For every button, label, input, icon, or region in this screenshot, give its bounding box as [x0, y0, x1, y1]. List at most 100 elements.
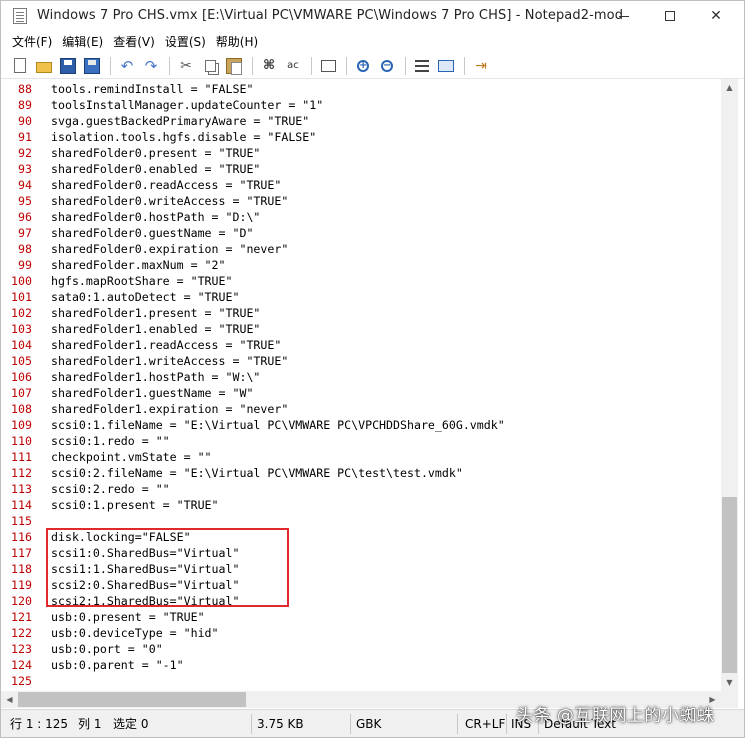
toolbar: ↶ ↷ ✂ ⌘ ac + − ⇥ — [1, 53, 744, 79]
code-line[interactable]: sharedFolder.maxNum = "2" — [51, 257, 505, 273]
undo-icon: ↶ — [120, 56, 134, 75]
title-bar[interactable]: Windows 7 Pro CHS.vmx [E:\Virtual PC\VMW… — [1, 1, 744, 31]
minimize-icon — [619, 15, 629, 17]
status-column: 列 1 — [78, 717, 102, 731]
status-separator — [251, 714, 252, 734]
code-line[interactable]: hgfs.mapRootShare = "TRUE" — [51, 273, 505, 289]
status-line-ending[interactable]: CR+LF — [465, 715, 505, 733]
close-icon: ✕ — [710, 8, 722, 24]
copy-button[interactable] — [199, 55, 221, 77]
code-line[interactable]: usb:0.deviceType = "hid" — [51, 625, 505, 641]
code-line[interactable]: sharedFolder0.writeAccess = "TRUE" — [51, 193, 505, 209]
code-line[interactable]: sharedFolder1.writeAccess = "TRUE" — [51, 353, 505, 369]
code-line[interactable]: scsi0:1.present = "TRUE" — [51, 497, 505, 513]
line-number: 90 — [18, 114, 32, 128]
code-line[interactable]: scsi0:1.fileName = "E:\Virtual PC\VMWARE… — [51, 417, 505, 433]
menu-file[interactable]: 文件(F) — [7, 32, 57, 52]
paste-button[interactable] — [223, 55, 245, 77]
find-button[interactable]: ⌘ — [258, 55, 280, 77]
status-separator — [350, 714, 351, 734]
menu-view[interactable]: 查看(V) — [108, 32, 160, 52]
line-number: 104 — [11, 338, 32, 352]
cut-icon: ✂ — [180, 57, 192, 74]
notepad2-window: Windows 7 Pro CHS.vmx [E:\Virtual PC\VMW… — [0, 0, 745, 738]
view-toggle-button[interactable] — [435, 55, 457, 77]
scroll-up-arrow-icon[interactable]: ▲ — [721, 79, 738, 96]
code-line[interactable]: sharedFolder1.expiration = "never" — [51, 401, 505, 417]
notepad-app-icon[interactable] — [13, 8, 27, 24]
line-number: 115 — [11, 514, 32, 528]
scroll-down-arrow-icon[interactable]: ▼ — [721, 674, 738, 691]
list-view-button[interactable] — [411, 55, 433, 77]
line-number: 123 — [11, 642, 32, 656]
line-number: 124 — [11, 658, 32, 672]
code-line[interactable]: sharedFolder0.enabled = "TRUE" — [51, 161, 505, 177]
menu-help[interactable]: 帮助(H) — [211, 32, 263, 52]
zoom-in-button[interactable]: + — [352, 55, 374, 77]
code-line[interactable]: sharedFolder0.hostPath = "D:\" — [51, 209, 505, 225]
code-line[interactable]: tools.remindInstall = "FALSE" — [51, 81, 505, 97]
code-line[interactable]: usb:0.present = "TRUE" — [51, 609, 505, 625]
menu-edit[interactable]: 编辑(E) — [57, 32, 108, 52]
code-line[interactable]: sharedFolder0.guestName = "D" — [51, 225, 505, 241]
code-line[interactable]: sharedFolder1.hostPath = "W:\" — [51, 369, 505, 385]
line-number: 106 — [11, 370, 32, 384]
line-number-gutter: 88 89 90 91 92 93 94 95 96 97 98 99 100 101 102 103 104 1… — [1, 79, 41, 691]
cut-button[interactable]: ✂ — [175, 55, 197, 77]
save-as-button[interactable] — [81, 55, 103, 77]
redo-button[interactable]: ↷ — [140, 55, 162, 77]
maximize-button[interactable] — [647, 1, 693, 31]
code-line[interactable]: sharedFolder0.present = "TRUE" — [51, 145, 505, 161]
vertical-scrollbar[interactable]: ▲ ▼ — [721, 79, 738, 691]
exit-door-icon: ⇥ — [475, 57, 487, 74]
code-line[interactable]: scsi0:1.redo = "" — [51, 433, 505, 449]
code-line[interactable]: sharedFolder1.present = "TRUE" — [51, 305, 505, 321]
line-number: 92 — [18, 146, 32, 160]
save-button[interactable] — [57, 55, 79, 77]
line-number: 117 — [11, 546, 32, 560]
replace-button[interactable]: ac — [282, 55, 304, 77]
scroll-left-arrow-icon[interactable]: ◀ — [1, 691, 18, 708]
line-number: 114 — [11, 498, 32, 512]
code-line[interactable]: sharedFolder1.guestName = "W" — [51, 385, 505, 401]
open-file-button[interactable] — [33, 55, 55, 77]
code-line[interactable]: usb:0.port = "0" — [51, 641, 505, 657]
code-line[interactable]: scsi0:2.redo = "" — [51, 481, 505, 497]
zoom-out-button[interactable]: − — [376, 55, 398, 77]
exit-button[interactable]: ⇥ — [470, 55, 492, 77]
close-button[interactable]: ✕ — [693, 1, 739, 31]
code-line[interactable]: isolation.tools.hgfs.disable = "FALSE" — [51, 129, 505, 145]
toolbar-separator — [311, 56, 312, 75]
code-line[interactable]: checkpoint.vmState = "" — [51, 449, 505, 465]
line-number: 116 — [11, 530, 32, 544]
code-line[interactable]: sata0:1.autoDetect = "TRUE" — [51, 289, 505, 305]
goto-button[interactable] — [317, 55, 339, 77]
code-line[interactable] — [51, 673, 505, 689]
status-encoding[interactable]: GBK — [356, 715, 381, 733]
line-number: 110 — [11, 434, 32, 448]
status-separator — [457, 714, 458, 734]
code-line[interactable]: sharedFolder0.expiration = "never" — [51, 241, 505, 257]
code-line[interactable]: usb:0.parent = "-1" — [51, 657, 505, 673]
undo-button[interactable]: ↶ — [116, 55, 138, 77]
vertical-scroll-thumb[interactable] — [722, 497, 737, 673]
replace-icon: ac — [287, 59, 299, 71]
line-number: 100 — [11, 274, 32, 288]
open-folder-icon — [36, 61, 52, 73]
text-editor[interactable]: 88 89 90 91 92 93 94 95 96 97 98 99 100 101 102 103 104 1… — [1, 79, 744, 691]
code-line[interactable] — [51, 513, 505, 529]
horizontal-scroll-thumb[interactable] — [18, 692, 246, 707]
minimize-button[interactable] — [601, 1, 647, 31]
code-line[interactable]: svga.guestBackedPrimaryAware = "TRUE" — [51, 113, 505, 129]
code-line[interactable]: sharedFolder1.enabled = "TRUE" — [51, 321, 505, 337]
code-line[interactable]: sharedFolder0.readAccess = "TRUE" — [51, 177, 505, 193]
toolbar-separator — [346, 56, 347, 75]
save-as-icon — [84, 57, 100, 74]
code-line[interactable]: toolsInstallManager.updateCounter = "1" — [51, 97, 505, 113]
code-line[interactable]: sharedFolder1.readAccess = "TRUE" — [51, 337, 505, 353]
menu-settings[interactable]: 设置(S) — [160, 32, 211, 52]
new-file-button[interactable] — [9, 55, 31, 77]
line-number: 105 — [11, 354, 32, 368]
code-line[interactable]: scsi0:2.fileName = "E:\Virtual PC\VMWARE… — [51, 465, 505, 481]
line-number: 95 — [18, 194, 32, 208]
